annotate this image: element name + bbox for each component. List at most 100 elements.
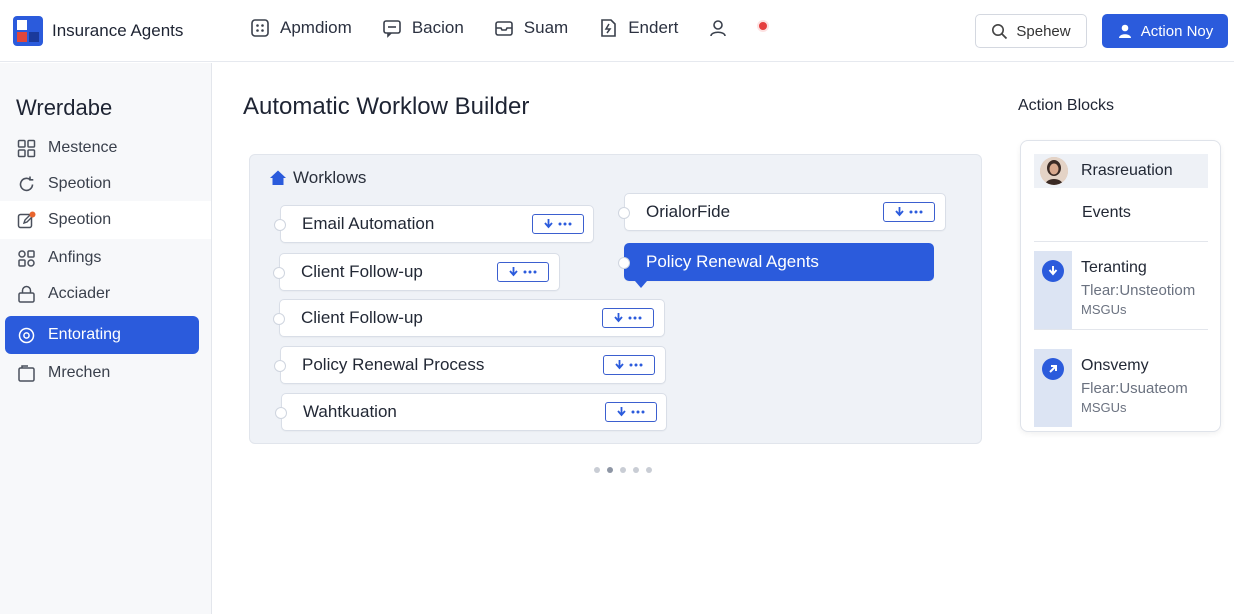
brand[interactable]: Insurance Agents bbox=[13, 16, 183, 46]
top-bar: Insurance Agents Apmdiom Bacion Suam End… bbox=[0, 0, 1234, 62]
workflows-header: Worklows bbox=[269, 168, 366, 188]
nav-item-apmdiom[interactable]: Apmdiom bbox=[250, 18, 352, 38]
sidebar-item-mrechen[interactable]: Mrechen bbox=[5, 354, 199, 392]
action-block-subtitle: Tlear:Unsteotiom bbox=[1081, 282, 1196, 299]
home-icon bbox=[270, 170, 286, 185]
avatar bbox=[1040, 157, 1068, 185]
connector-dot[interactable] bbox=[273, 267, 285, 279]
sidebar: Wrerdabe Mestence Speotion Speotion Anfi… bbox=[0, 63, 212, 614]
workflow-item[interactable]: Policy Renewal Process bbox=[274, 346, 666, 384]
action-button-label: Action Noy bbox=[1140, 22, 1214, 40]
arrow-down-icon bbox=[617, 407, 626, 417]
sidebar-item-label: Entorating bbox=[48, 326, 121, 343]
user-menu[interactable] bbox=[708, 18, 738, 38]
grid-icon bbox=[251, 19, 269, 37]
search-button[interactable]: Spehew bbox=[975, 14, 1087, 48]
sidebar-item-anfings[interactable]: Anfings bbox=[5, 239, 199, 277]
connector-dot[interactable] bbox=[274, 219, 286, 231]
workflow-label: Client Follow-up bbox=[301, 262, 423, 281]
workflow-label: Policy Renewal Agents bbox=[646, 252, 819, 271]
action-block[interactable]: Onsvemy Flear:Usuateom MSGUs bbox=[1034, 349, 1208, 427]
edit-icon bbox=[17, 211, 36, 228]
page-dot[interactable] bbox=[633, 467, 639, 473]
workflow-label: Email Automation bbox=[302, 214, 435, 233]
workflow-item[interactable]: Client Follow-up bbox=[273, 253, 560, 291]
action-block-tag: MSGUs bbox=[1081, 302, 1127, 317]
sidebar-item-label: Acciader bbox=[48, 285, 111, 302]
more-icon bbox=[558, 222, 572, 226]
action-block-title: Teranting bbox=[1081, 259, 1147, 276]
search-icon bbox=[992, 23, 1008, 39]
workflow-label: Client Follow-up bbox=[301, 308, 423, 327]
workflow-item[interactable]: Wahtkuation bbox=[275, 393, 667, 431]
refresh-icon bbox=[19, 176, 34, 191]
connector-dot[interactable] bbox=[618, 257, 630, 269]
sidebar-item-acciader[interactable]: Acciader bbox=[5, 275, 199, 313]
nav-item-label: Bacion bbox=[411, 18, 464, 37]
workflow-controls[interactable] bbox=[605, 402, 657, 422]
arrow-down-circle-icon bbox=[1042, 260, 1064, 282]
workflow-item-selected[interactable]: Policy Renewal Agents bbox=[618, 243, 934, 281]
app-logo-icon bbox=[13, 16, 43, 46]
page-dot-active[interactable] bbox=[607, 467, 613, 473]
action-block-title: Onsvemy bbox=[1081, 357, 1149, 374]
more-icon bbox=[523, 270, 537, 274]
sidebar-item-label: Anfings bbox=[48, 249, 102, 266]
workflow-item[interactable]: Email Automation bbox=[274, 205, 594, 243]
arrow-down-icon bbox=[544, 219, 553, 229]
sidebar-item-mestence[interactable]: Mestence bbox=[5, 129, 199, 167]
app-name: Insurance Agents bbox=[52, 21, 184, 40]
page-dot[interactable] bbox=[594, 467, 600, 473]
events-label[interactable]: Events bbox=[1082, 204, 1131, 222]
sidebar-item-speotion[interactable]: Speotion bbox=[5, 165, 199, 203]
nav-item-endert[interactable]: Endert bbox=[598, 18, 678, 38]
top-nav: Apmdiom Bacion Suam Endert bbox=[250, 18, 768, 38]
workflow-controls[interactable] bbox=[603, 355, 655, 375]
sidebar-item-entorating[interactable]: Entorating bbox=[5, 316, 199, 354]
page-dot[interactable] bbox=[646, 467, 652, 473]
user-icon bbox=[710, 20, 727, 37]
sidebar-item-speotion-edit[interactable]: Speotion bbox=[0, 201, 211, 239]
connector-dot[interactable] bbox=[618, 207, 630, 219]
workflow-item[interactable]: Client Follow-up bbox=[273, 299, 665, 337]
workflow-label: Policy Renewal Process bbox=[302, 355, 485, 374]
sidebar-item-label: Mestence bbox=[48, 139, 118, 156]
action-button[interactable]: Action Noy bbox=[1102, 14, 1228, 48]
action-block-subtitle: Flear:Usuateom bbox=[1081, 380, 1188, 397]
arrow-down-icon bbox=[614, 313, 623, 323]
connector-dot[interactable] bbox=[274, 360, 286, 372]
workflows-title: Worklows bbox=[293, 168, 367, 187]
arrow-up-circle-icon bbox=[1042, 358, 1064, 380]
search-button-label: Spehew bbox=[1016, 22, 1071, 40]
workflow-controls[interactable] bbox=[602, 308, 654, 328]
sidebar-item-label: Mrechen bbox=[48, 364, 111, 381]
sidebar-title: Wrerdabe bbox=[16, 95, 113, 120]
page-dot[interactable] bbox=[620, 467, 626, 473]
grid-icon bbox=[17, 139, 36, 157]
sidebar-item-label: Speotion bbox=[48, 211, 112, 228]
gear-icon bbox=[18, 327, 35, 343]
action-block[interactable]: Teranting Tlear:Unsteotiom MSGUs bbox=[1034, 251, 1208, 329]
lock-icon bbox=[18, 285, 35, 303]
workflow-controls[interactable] bbox=[883, 202, 935, 222]
pagination-dots bbox=[594, 467, 652, 473]
apps-icon bbox=[18, 249, 35, 267]
more-icon bbox=[909, 210, 923, 214]
action-blocks-title: Action Blocks bbox=[1018, 97, 1115, 114]
workflow-controls[interactable] bbox=[532, 214, 584, 234]
workflow-item[interactable]: OrialorFide bbox=[618, 193, 946, 231]
nav-item-bacion[interactable]: Bacion bbox=[382, 18, 464, 38]
connector-dot[interactable] bbox=[273, 313, 285, 325]
workflow-label: OrialorFide bbox=[646, 202, 731, 221]
action-block-item[interactable]: Rrasreuation bbox=[1034, 154, 1208, 188]
arrow-down-icon bbox=[509, 267, 518, 277]
divider bbox=[1034, 329, 1208, 330]
notification-badge[interactable] bbox=[757, 20, 769, 32]
nav-item-label: Apmdiom bbox=[280, 18, 352, 37]
inbox-icon bbox=[494, 21, 513, 36]
workflow-controls[interactable] bbox=[497, 262, 549, 282]
more-icon bbox=[628, 316, 642, 320]
connector-dot[interactable] bbox=[275, 407, 287, 419]
message-icon bbox=[383, 20, 401, 38]
nav-item-suam[interactable]: Suam bbox=[494, 18, 568, 38]
